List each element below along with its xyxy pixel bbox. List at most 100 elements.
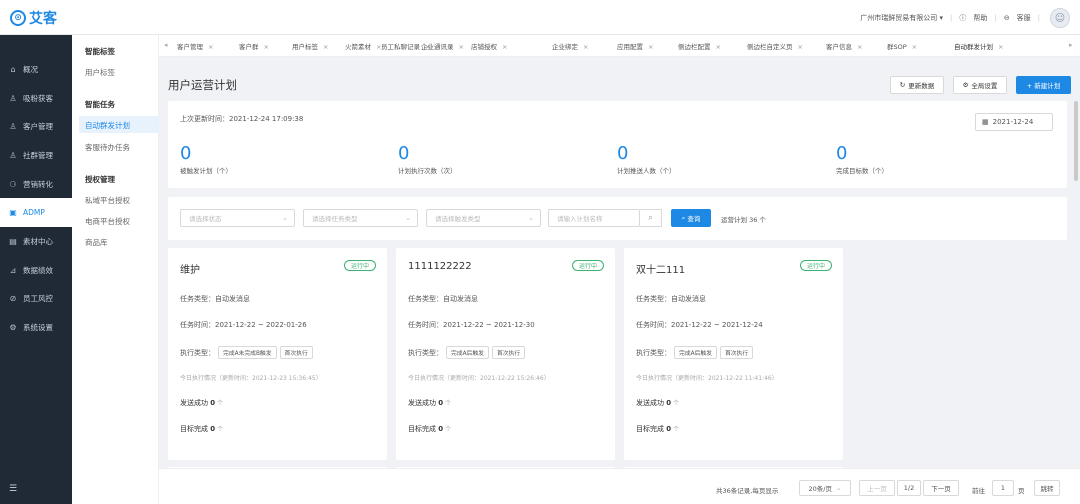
exec-tag: 首次执行 — [719, 346, 754, 359]
scrollbar[interactable] — [1074, 101, 1078, 181]
plan-name-input[interactable]: 请输入计划名称 — [548, 209, 640, 227]
sidebar-item-1[interactable]: ♙ 吸粉获客 — [0, 84, 72, 113]
tab-item[interactable]: 客户管理 × — [177, 41, 213, 51]
sidebar-item-3[interactable]: ♙ 社群管理 — [0, 141, 72, 170]
close-icon[interactable]: × — [323, 43, 328, 51]
sidebar-item-2[interactable]: ♙ 客户管理 — [0, 112, 72, 141]
sub-nav: 智能标签 用户标签 智能任务 自动群发计划 客服待办任务 授权管理 私域平台授权… — [72, 35, 159, 504]
sidebar-item-7[interactable]: ⊿ 数据绩效 — [0, 256, 72, 285]
global-settings-label: 全局设置 — [971, 82, 998, 90]
subnav-item-product-library[interactable]: 商品库 — [85, 237, 108, 248]
plan-name-placeholder: 请输入计划名称 — [557, 215, 603, 223]
tab-item[interactable]: 自动群发计划 × — [954, 41, 1003, 51]
group-icon: ♙ — [9, 150, 17, 160]
new-plan-button[interactable]: + 新建计划 — [1016, 76, 1071, 94]
close-icon[interactable]: × — [998, 43, 1003, 51]
tab-item[interactable]: 企业绑定 × — [552, 41, 588, 51]
close-icon[interactable]: × — [208, 43, 213, 51]
subnav-item-private-auth[interactable]: 私域平台授权 — [85, 195, 130, 206]
goal-value: 0 — [438, 425, 444, 433]
exec-type: 执行类型： 完成A未完成B触发 首次执行 — [180, 346, 313, 359]
tab-item[interactable]: 企业通讯录 × — [421, 41, 464, 51]
status-select[interactable]: 请选择状态 ⌄ — [180, 209, 295, 227]
sidebar-item-0[interactable]: ⌂ 概况 — [0, 55, 72, 84]
sidebar-item-6[interactable]: ▤ 素材中心 — [0, 227, 72, 256]
close-icon[interactable]: × — [648, 43, 653, 51]
plan-card[interactable]: 1111122222 运行中 任务类型：自动发消息 任务时间：2021-12-22 ~… — [396, 248, 615, 460]
next-page-button[interactable]: 下一页 — [923, 480, 959, 496]
task-type-select[interactable]: 请选择任务类型 ⌄ — [303, 209, 418, 227]
tab-item[interactable]: 用户标签 × — [292, 41, 328, 51]
gear-icon: ⚙ — [962, 81, 969, 89]
sidebar-item-label: 员工风控 — [23, 294, 53, 304]
trigger-type-select[interactable]: 请选择触发类型 ⌄ — [426, 209, 541, 227]
tab-scroll-right-icon[interactable]: ▸ — [1069, 41, 1073, 49]
subnav-item-service-todo[interactable]: 客服待办任务 — [85, 142, 130, 153]
unit: 个 — [673, 426, 680, 433]
status-placeholder: 请选择状态 — [189, 215, 222, 223]
tab-label: 客户管理 — [177, 43, 203, 51]
home-icon: ⌂ — [10, 64, 16, 74]
tab-item[interactable]: 群SOP × — [887, 41, 917, 51]
sidebar-item-label: 吸粉获客 — [23, 93, 53, 103]
stat-value: 0 — [836, 143, 848, 164]
collapse-menu-icon[interactable]: ☰ — [9, 484, 17, 494]
task-type: 任务类型：自动发消息 — [636, 295, 706, 303]
tab-item[interactable]: 应用配置 × — [617, 41, 653, 51]
help-link[interactable]: 帮助 — [973, 13, 987, 23]
company-selector[interactable]: 广州市瑞鲜贸易有限公司 ▾ — [860, 13, 943, 23]
subnav-group-title: 智能标签 — [85, 47, 115, 56]
close-icon[interactable]: × — [583, 43, 588, 51]
goal-value: 0 — [210, 425, 216, 433]
close-icon[interactable]: × — [912, 43, 917, 51]
plan-name: 维护 — [180, 265, 200, 276]
global-settings-button[interactable]: ⚙ 全局设置 — [953, 76, 1007, 94]
logo-text: 艾客 — [29, 11, 57, 27]
unit: 个 — [217, 426, 224, 433]
tab-item[interactable]: 侧边栏自定义页 × — [747, 41, 803, 51]
tab-item[interactable]: 侧边栏配置 × — [678, 41, 721, 51]
sidebar-item-8[interactable]: ⊘ 员工风控 — [0, 285, 72, 314]
avatar[interactable]: ☺ — [1050, 8, 1070, 28]
plan-card[interactable]: 维护 运行中 任务类型：自动发消息 任务时间：2021-12-22 ~ 2022-01… — [168, 248, 387, 460]
tab-label: 用户标签 — [292, 43, 318, 51]
tab-label: 客户群 — [239, 43, 259, 51]
refresh-data-button[interactable]: ↻ 更新数据 — [890, 76, 944, 94]
close-icon[interactable]: × — [857, 43, 862, 51]
plan-card[interactable]: 双十二111 运行中 任务类型：自动发消息 任务时间：2021-12-22 ~ 202… — [624, 248, 843, 460]
tab-item[interactable]: 火箭素材 × — [345, 41, 381, 51]
sent-value: 0 — [666, 399, 672, 407]
prev-page-button[interactable]: 上一页 — [859, 480, 895, 496]
subnav-item-user-tags[interactable]: 用户标签 — [85, 67, 115, 78]
jump-button[interactable]: 跳转 — [1034, 480, 1060, 496]
pager-summary: 共36条记录,每页显示 — [716, 487, 779, 495]
close-icon[interactable]: × — [798, 43, 803, 51]
close-icon[interactable]: × — [264, 43, 269, 51]
tab-label: 企业绑定 — [552, 43, 578, 51]
sent-success: 发送成功 0个 — [180, 398, 223, 408]
tab-item[interactable]: 客户信息 × — [826, 41, 862, 51]
search-icon[interactable]: ⌕ — [640, 209, 662, 227]
subnav-item-auto-mass-send[interactable]: 自动群发计划 — [85, 120, 130, 131]
sidebar-item-5[interactable]: ▣ ADMP — [0, 198, 72, 228]
sidebar-item-4[interactable]: ⚆ 营销转化 — [0, 170, 72, 199]
exec-label: 执行类型： — [636, 348, 671, 357]
tab-item[interactable]: 店铺授权 × — [471, 41, 507, 51]
shield-icon: ⊘ — [9, 294, 17, 304]
close-icon[interactable]: × — [502, 43, 507, 51]
close-icon[interactable]: × — [716, 43, 721, 51]
subnav-item-ecommerce-auth[interactable]: 电商平台授权 — [85, 216, 130, 227]
exec-tag: 完成A未完成B触发 — [218, 346, 277, 359]
goto-page-input[interactable]: 1 — [992, 480, 1014, 496]
service-link[interactable]: 客服 — [1017, 13, 1031, 23]
query-button[interactable]: ⌕ 查询 — [671, 209, 711, 227]
sidebar-item-9[interactable]: ⚙ 系统设置 — [0, 313, 72, 342]
tab-item[interactable]: 客户群 × — [239, 41, 269, 51]
tab-scroll-left-icon[interactable]: ◂ — [164, 41, 168, 49]
app-logo[interactable]: ⊙ 艾客 — [10, 8, 57, 28]
main-content: 用户运营计划 ↻ 更新数据 ⚙ 全局设置 + 新建计划 上次更新时间：2021-12… — [159, 57, 1080, 504]
date-picker[interactable]: ▦ 2021-12-24 — [975, 113, 1053, 131]
page-size-select[interactable]: 20条/页 ⌄ — [799, 480, 851, 496]
close-icon[interactable]: × — [459, 43, 464, 51]
